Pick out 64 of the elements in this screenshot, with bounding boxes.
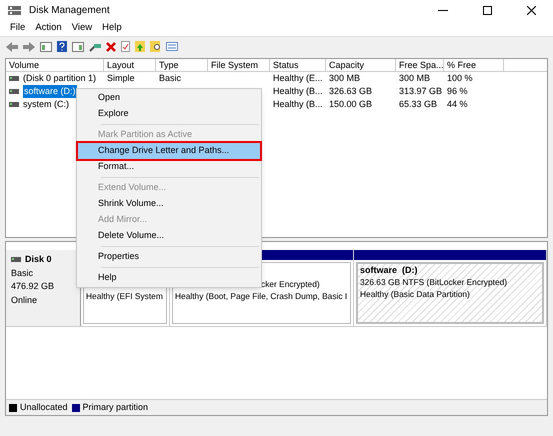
column-header[interactable]: Status [270,59,326,71]
check-document-icon[interactable] [121,41,130,52]
panel-icon[interactable] [40,42,52,52]
disk-state: Online [11,294,38,306]
column-header[interactable]: Layout [104,59,156,71]
table-cell: software (D:) [23,84,77,98]
menu-option[interactable]: Change Drive Letter and Paths... [78,143,260,159]
table-cell-text: Healthy (E... [273,72,323,85]
partition-title: software (D:) [360,264,419,276]
menu-item[interactable]: File [6,20,30,36]
partition-detail: Healthy (EFI System [86,290,164,302]
help-icon[interactable] [57,41,67,52]
partition-detail: 326.63 GB NTFS (BitLocker Encrypted) [360,276,508,288]
column-header[interactable]: Free Spa... [396,59,444,71]
disk-size: 476.92 GB [11,280,56,293]
disk-management-icon [8,5,21,15]
table-cell-text: Healthy (B... [273,84,323,98]
folder-search-icon[interactable] [150,41,161,52]
panel-icon[interactable] [72,42,84,52]
drive-icon [9,102,19,107]
menu-option[interactable]: Delete Volume... [78,228,260,244]
disk-name: Disk 0 [25,253,52,266]
table-cell-text: 300 MB [329,72,360,85]
partition-detail: Healthy (Boot, Page File, Crash Dump, Basic I [175,290,348,302]
back-arrow-icon[interactable] [6,42,18,52]
menu-item[interactable]: View [68,20,96,36]
maximize-icon [482,6,492,14]
table-cell-text: Healthy (B... [273,98,323,111]
forward-arrow-icon[interactable] [23,42,35,52]
close-icon [526,6,536,14]
connect-icon[interactable] [89,42,101,52]
column-header[interactable]: File System [208,59,270,71]
column-header[interactable]: Type [156,59,208,71]
table-cell-text: system (C:) [23,98,69,111]
list-icon[interactable] [166,42,178,51]
table-cell-text: 100 % [447,72,473,85]
menu-item[interactable]: Action [31,20,66,36]
table-cell-text: 65.33 GB [399,98,438,111]
menu-option[interactable]: Format... [78,159,260,175]
drive-icon [9,76,19,81]
table-cell-text: 44 % [447,98,468,111]
delete-icon[interactable] [106,42,116,52]
table-cell-text: (Disk 0 partition 1) [23,72,96,85]
table-cell-text: Basic [159,72,182,85]
partition-detail: Healthy (Basic Data Partition) [360,288,471,300]
menu-option[interactable]: Open [78,90,260,106]
drive-icon [9,89,19,94]
menu-option[interactable]: Shrink Volume... [78,196,260,212]
table-cell-text: 300 MB [399,72,430,85]
legend-label: Unallocated [20,400,68,414]
disk-type: Basic [11,266,34,280]
window-title: Disk Management [29,4,110,18]
table-cell-text: 326.63 GB [329,84,372,98]
table-cell-text: 150.00 GB [329,98,372,111]
column-header[interactable]: % Free [444,59,504,71]
drive-icon [11,257,21,262]
menu-option[interactable]: Explore [78,106,260,122]
column-header[interactable]: Volume [6,59,104,71]
table-cell-text: 96 % [447,84,468,98]
legend-label: Primary partition [82,400,148,414]
menu-item[interactable]: Help [98,20,126,36]
table-cell-text: 313.97 GB [399,84,442,98]
table-cell-text: Simple [107,72,135,85]
column-header[interactable]: Capacity [326,59,396,71]
